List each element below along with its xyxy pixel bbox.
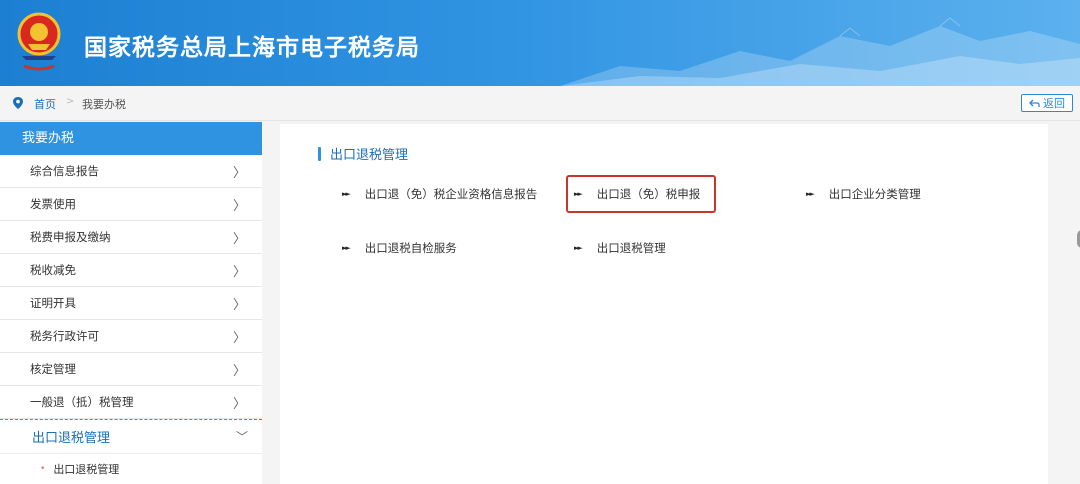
highlight-box	[566, 175, 716, 213]
chevron-right-icon: 〉	[232, 396, 246, 412]
chevron-right-icon: 〉	[232, 198, 246, 214]
sidebar-item-label: 一般退（抵）税管理	[30, 395, 134, 409]
sidebar-item-tax-declaration[interactable]: 税费申报及缴纳 〉	[0, 221, 262, 254]
sidebar-item-assessment[interactable]: 核定管理 〉	[0, 353, 262, 386]
sidebar-item-label: 出口退税管理	[32, 431, 111, 446]
breadcrumb-home-link[interactable]: 首页	[34, 96, 56, 112]
bullet-icon: •	[40, 464, 46, 474]
sidebar-item-label: 发票使用	[30, 197, 76, 211]
double-arrow-icon: ►►	[342, 244, 351, 252]
link-label: 出口退税自检服务	[364, 241, 457, 255]
link-label: 出口退（免）税企业资格信息报告	[364, 187, 538, 201]
link-export-refund-management[interactable]: ►► 出口退税管理	[574, 240, 666, 256]
link-label: 出口退税管理	[596, 241, 666, 255]
sidebar-subitem-export-refund[interactable]: • 出口退税管理	[0, 453, 262, 484]
link-qualification-report[interactable]: ►► 出口退（免）税企业资格信息报告	[342, 186, 537, 202]
tax-emblem-logo	[17, 12, 61, 71]
section-title-text: 出口退税管理	[330, 148, 409, 163]
location-pin-icon	[13, 97, 23, 109]
sidebar-item-comprehensive-info[interactable]: 综合信息报告 〉	[0, 155, 262, 188]
sidebar-item-general-refund[interactable]: 一般退（抵）税管理 〉	[0, 386, 262, 419]
sidebar-item-label: 综合信息报告	[30, 164, 99, 178]
sidebar-item-label: 证明开具	[30, 296, 76, 310]
chevron-right-icon: 〉	[232, 297, 246, 313]
sidebar-item-label: 税务行政许可	[30, 329, 99, 343]
double-arrow-icon: ►►	[574, 244, 583, 252]
sidebar-item-label: 税收减免	[30, 263, 76, 277]
chevron-right-icon: 〉	[232, 231, 246, 247]
breadcrumb-current: 我要办税	[82, 98, 126, 111]
chevron-right-icon: 〉	[232, 165, 246, 181]
sidebar-item-admin-permit[interactable]: 税务行政许可 〉	[0, 320, 262, 353]
back-button-label: 返回	[1043, 97, 1065, 110]
chevron-down-icon: ﹀	[235, 430, 248, 444]
back-button[interactable]: 返回	[1021, 94, 1073, 112]
link-enterprise-classification[interactable]: ►► 出口企业分类管理	[806, 186, 921, 202]
sidebar-menu: 我要办税 综合信息报告 〉 发票使用 〉 税费申报及缴纳 〉 税收减免 〉 证明…	[0, 122, 262, 484]
sidebar-item-export-refund-active[interactable]: 出口退税管理 ﹀	[0, 419, 262, 453]
double-arrow-icon: ►►	[806, 190, 815, 198]
sidebar-item-invoice-use[interactable]: 发票使用 〉	[0, 188, 262, 221]
main-panel: 出口退税管理 ►► 出口退（免）税企业资格信息报告 ►► 出口退（免）税申报 ►…	[280, 124, 1048, 484]
sidebar-item-tax-relief[interactable]: 税收减免 〉	[0, 254, 262, 287]
link-label: 出口企业分类管理	[828, 187, 921, 201]
link-self-check-service[interactable]: ►► 出口退税自检服务	[342, 240, 457, 256]
section-title: 出口退税管理	[318, 144, 408, 163]
breadcrumb: 首页 > 我要办税	[0, 86, 1080, 121]
site-header: 国家税务总局上海市电子税务局	[0, 0, 1080, 86]
sidebar-heading: 我要办税	[0, 122, 262, 155]
chevron-right-icon: 〉	[232, 363, 246, 379]
sidebar-item-label: 核定管理	[30, 362, 76, 376]
sidebar-item-certificate[interactable]: 证明开具 〉	[0, 287, 262, 320]
great-wall-background	[560, 17, 1080, 86]
site-title: 国家税务总局上海市电子税务局	[84, 35, 420, 61]
chevron-right-icon: 〉	[232, 264, 246, 280]
section-title-bar	[318, 146, 321, 161]
breadcrumb-separator: >	[66, 96, 75, 107]
chevron-right-icon: 〉	[232, 330, 246, 346]
sidebar-subitem-label: 出口退税管理	[53, 463, 120, 476]
sidebar-item-label: 税费申报及缴纳	[30, 230, 111, 244]
double-arrow-icon: ►►	[342, 190, 351, 198]
back-arrow-icon	[1029, 99, 1040, 107]
